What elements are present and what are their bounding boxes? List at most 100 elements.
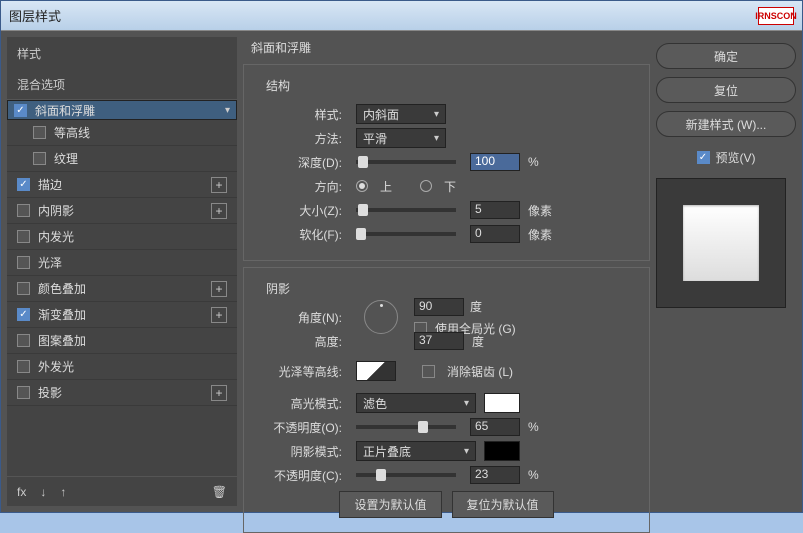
add-effect-icon[interactable]: + xyxy=(211,203,227,219)
style-label: 内发光 xyxy=(38,228,74,245)
direction-down-radio[interactable] xyxy=(420,180,432,192)
direction-label: 方向: xyxy=(258,178,348,195)
altitude-input[interactable]: 37 xyxy=(414,332,464,350)
style-checkbox[interactable] xyxy=(14,104,27,117)
antialias-label: 消除锯齿 (L) xyxy=(447,363,513,380)
titlebar: 图层样式 IRNSCON xyxy=(1,1,802,31)
down-label: 下 xyxy=(444,178,456,195)
style-checkbox[interactable] xyxy=(17,308,30,321)
up-label: 上 xyxy=(380,178,392,195)
shadow-opacity-label: 不透明度(C): xyxy=(258,467,348,484)
shadow-label: 阴影 xyxy=(266,280,635,297)
style-checkbox[interactable] xyxy=(33,126,46,139)
style-checkbox[interactable] xyxy=(17,334,30,347)
style-label: 纹理 xyxy=(54,150,78,167)
style-checkbox[interactable] xyxy=(17,256,30,269)
highlight-opacity-input[interactable]: 65 xyxy=(470,418,520,436)
preview-checkbox[interactable] xyxy=(697,151,710,164)
trash-icon[interactable]: 🗑 xyxy=(212,485,227,499)
gloss-contour[interactable] xyxy=(356,361,396,381)
style-item-0[interactable]: 斜面和浮雕 xyxy=(7,100,237,120)
depth-input[interactable]: 100 xyxy=(470,153,520,171)
reset-default-button[interactable]: 复位为默认值 xyxy=(452,491,554,518)
style-item-10[interactable]: 外发光 xyxy=(7,354,237,380)
style-item-1[interactable]: 等高线 xyxy=(7,120,237,146)
style-label: 外发光 xyxy=(38,358,74,375)
size-slider[interactable] xyxy=(356,208,456,212)
style-label: 样式: xyxy=(258,106,348,123)
style-item-7[interactable]: 颜色叠加 + xyxy=(7,276,237,302)
add-effect-icon[interactable]: + xyxy=(211,281,227,297)
style-label: 颜色叠加 xyxy=(38,280,86,297)
style-select[interactable]: 内斜面 xyxy=(356,104,446,124)
style-item-4[interactable]: 内阴影 + xyxy=(7,198,237,224)
style-label: 等高线 xyxy=(54,124,90,141)
set-default-button[interactable]: 设置为默认值 xyxy=(339,491,441,518)
style-item-3[interactable]: 描边 + xyxy=(7,172,237,198)
style-checkbox[interactable] xyxy=(17,282,30,295)
method-select[interactable]: 平滑 xyxy=(356,128,446,148)
cancel-button[interactable]: 复位 xyxy=(656,77,796,103)
style-checkbox[interactable] xyxy=(17,178,30,191)
style-label: 内阴影 xyxy=(38,202,74,219)
styles-panel: 样式 混合选项 斜面和浮雕等高线纹理描边+内阴影+内发光光泽颜色叠加+渐变叠加+… xyxy=(7,37,237,506)
structure-label: 结构 xyxy=(266,77,635,94)
soften-slider[interactable] xyxy=(356,232,456,236)
up-icon[interactable]: ↑ xyxy=(60,485,66,499)
highlight-color[interactable] xyxy=(484,393,520,413)
structure-group: 结构 样式: 内斜面 方法: 平滑 深度(D): 100 % 方向: 上 xyxy=(243,64,650,261)
style-label: 光泽 xyxy=(38,254,62,271)
window-title: 图层样式 xyxy=(9,6,61,25)
style-item-11[interactable]: 投影 + xyxy=(7,380,237,406)
altitude-label: 高度: xyxy=(258,333,348,350)
style-label: 描边 xyxy=(38,176,62,193)
shadow-opacity-input[interactable]: 23 xyxy=(470,466,520,484)
preview-label: 预览(V) xyxy=(716,149,756,166)
antialias-checkbox[interactable] xyxy=(422,365,435,378)
fx-icon[interactable]: fx xyxy=(17,485,26,499)
style-item-6[interactable]: 光泽 xyxy=(7,250,237,276)
shadow-color[interactable] xyxy=(484,441,520,461)
soften-input[interactable]: 0 xyxy=(470,225,520,243)
style-item-9[interactable]: 图案叠加 xyxy=(7,328,237,354)
style-label: 投影 xyxy=(38,384,62,401)
highlight-opacity-slider[interactable] xyxy=(356,425,456,429)
down-icon[interactable]: ↓ xyxy=(40,485,46,499)
add-effect-icon[interactable]: + xyxy=(211,385,227,401)
style-item-2[interactable]: 纹理 xyxy=(7,146,237,172)
depth-slider[interactable] xyxy=(356,160,456,164)
style-checkbox[interactable] xyxy=(17,360,30,373)
angle-dial[interactable] xyxy=(364,300,398,334)
depth-label: 深度(D): xyxy=(258,154,348,171)
angle-label: 角度(N): xyxy=(258,309,348,326)
preview-box xyxy=(656,178,786,308)
action-panel: 确定 复位 新建样式 (W)... 预览(V) xyxy=(656,37,796,506)
shadow-opacity-slider[interactable] xyxy=(356,473,456,477)
style-checkbox[interactable] xyxy=(33,152,46,165)
angle-input[interactable]: 90 xyxy=(414,298,464,316)
direction-up-radio[interactable] xyxy=(356,180,368,192)
style-item-5[interactable]: 内发光 xyxy=(7,224,237,250)
gloss-label: 光泽等高线: xyxy=(258,363,348,380)
style-checkbox[interactable] xyxy=(17,230,30,243)
style-item-8[interactable]: 渐变叠加+ xyxy=(7,302,237,328)
settings-panel: 斜面和浮雕 结构 样式: 内斜面 方法: 平滑 深度(D): 100 % xyxy=(243,37,650,506)
style-checkbox[interactable] xyxy=(17,204,30,217)
blend-options[interactable]: 混合选项 xyxy=(7,70,237,100)
px-unit: 像素 xyxy=(528,202,558,219)
ok-button[interactable]: 确定 xyxy=(656,43,796,69)
style-label: 斜面和浮雕 xyxy=(35,102,95,119)
add-effect-icon[interactable]: + xyxy=(211,307,227,323)
size-input[interactable]: 5 xyxy=(470,201,520,219)
pct-unit: % xyxy=(528,155,558,169)
shadow-mode-select[interactable]: 正片叠底 xyxy=(356,441,476,461)
highlight-opacity-label: 不透明度(O): xyxy=(258,419,348,436)
close-button[interactable]: IRNSCON xyxy=(758,7,794,25)
highlight-mode-select[interactable]: 滤色 xyxy=(356,393,476,413)
shadow-mode-label: 阴影模式: xyxy=(258,443,348,460)
style-checkbox[interactable] xyxy=(17,386,30,399)
styles-footer: fx ↓ ↑ 🗑 xyxy=(7,476,237,506)
method-label: 方法: xyxy=(258,130,348,147)
new-style-button[interactable]: 新建样式 (W)... xyxy=(656,111,796,137)
add-effect-icon[interactable]: + xyxy=(211,177,227,193)
